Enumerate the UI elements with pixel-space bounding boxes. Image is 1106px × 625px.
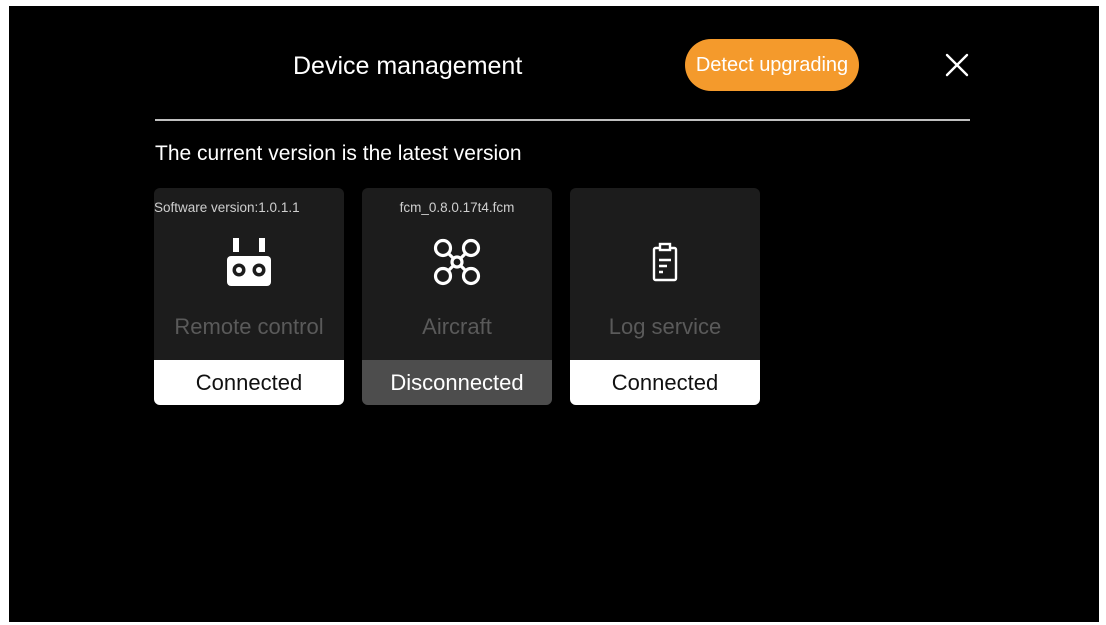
clipboard-icon: [640, 232, 690, 292]
connection-status-badge: Disconnected: [362, 360, 552, 405]
detect-upgrading-button[interactable]: Detect upgrading: [685, 39, 859, 91]
version-status-text: The current version is the latest versio…: [155, 142, 522, 165]
drone-icon: [432, 232, 482, 292]
close-icon[interactable]: [943, 51, 971, 79]
remote-control-icon: [224, 232, 274, 292]
header-divider: [155, 119, 970, 121]
connection-status-badge: Connected: [154, 360, 344, 405]
software-version-label: Software version:1.0.1.1: [154, 200, 300, 215]
page-title: Device management: [293, 52, 523, 80]
firmware-version-label: fcm_0.8.0.17t4.fcm: [399, 200, 515, 215]
device-card-aircraft[interactable]: fcm_0.8.0.17t4.fcm Aircraft Disconnected: [362, 188, 552, 405]
device-card-remote-control[interactable]: Software version:1.0.1.1 Remote control …: [154, 188, 344, 405]
device-name: Remote control: [174, 314, 324, 339]
device-name: Log service: [608, 314, 722, 339]
device-management-screen: Device management Detect upgrading The c…: [9, 6, 1099, 622]
connection-status-badge: Connected: [570, 360, 760, 405]
device-name: Aircraft: [422, 314, 492, 339]
device-card-log-service[interactable]: Log service Connected: [570, 188, 760, 405]
